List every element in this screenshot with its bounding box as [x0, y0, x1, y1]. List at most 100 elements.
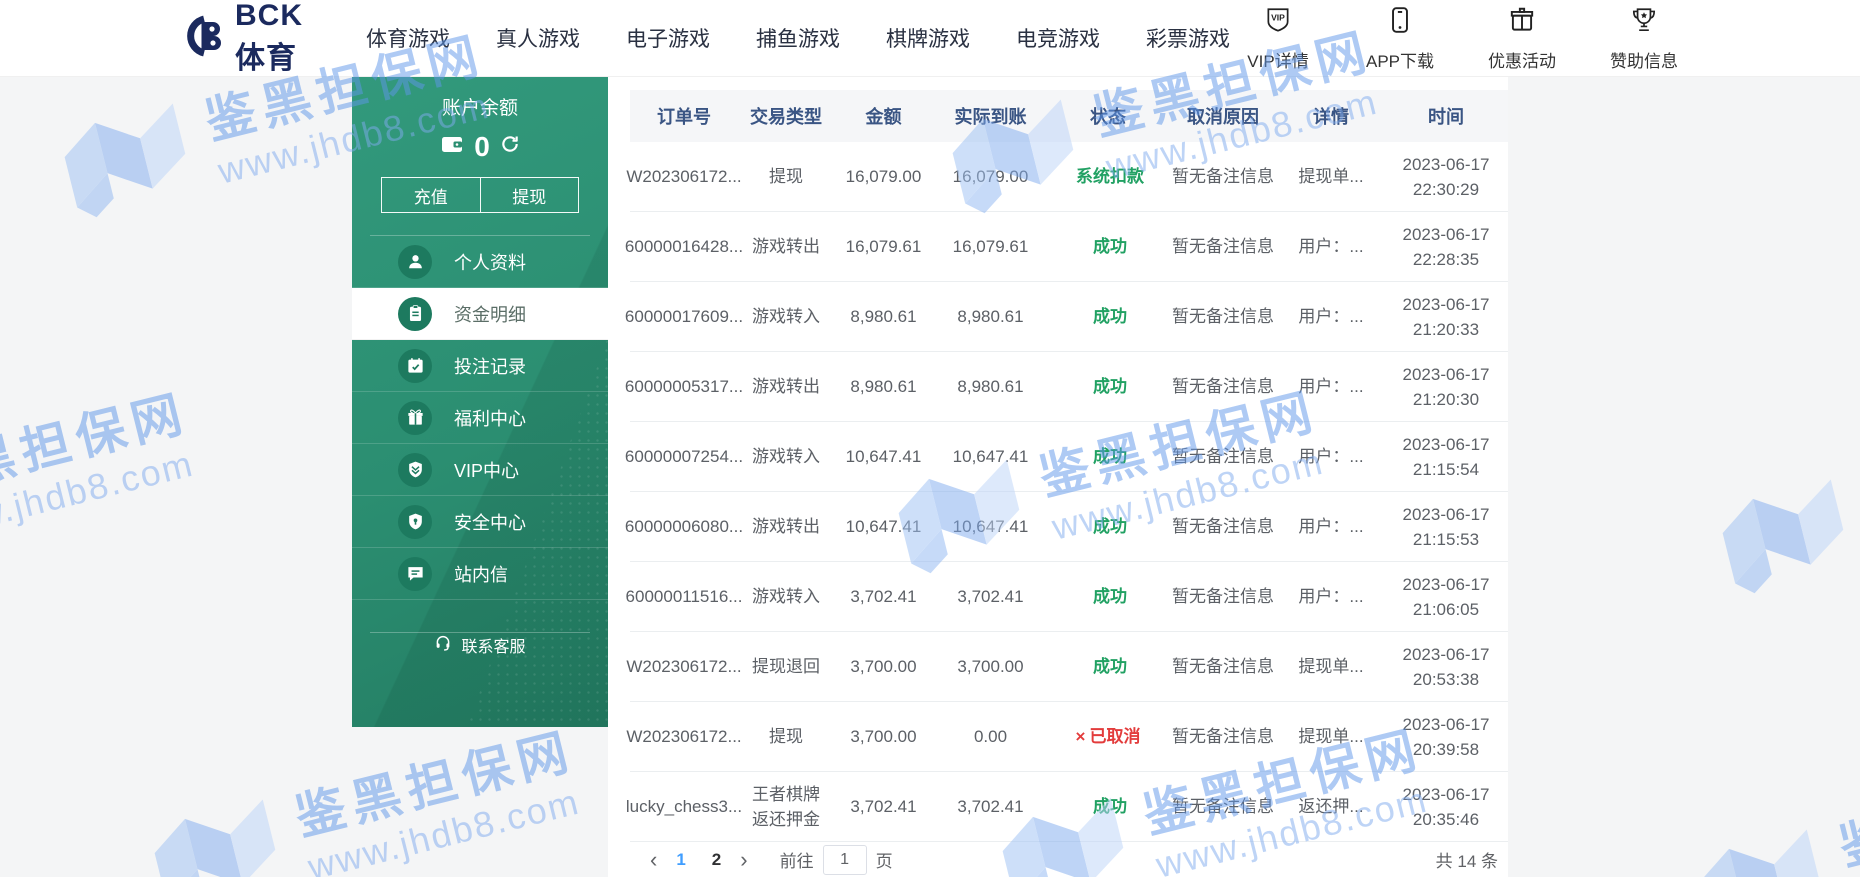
cell-detail: 用户：...: [1298, 517, 1364, 536]
page-number[interactable]: 2: [712, 850, 721, 870]
status-badge: 成功: [1093, 517, 1127, 536]
promotions-button[interactable]: 优惠活动: [1474, 5, 1570, 72]
prev-page-button[interactable]: ‹: [644, 848, 663, 871]
sidebar-item-bet-records[interactable]: 投注记录: [352, 340, 608, 392]
cell-actual: 3,702.41: [957, 797, 1024, 816]
nav-link[interactable]: 电子游戏: [626, 23, 710, 53]
vip-details-button[interactable]: VIP VIP详情: [1230, 5, 1326, 72]
watermark: 鉴黑担保网www.jhdb8.com: [141, 717, 592, 877]
sidebar-item-fund-details[interactable]: 资金明细: [352, 288, 608, 340]
cell-amount: 8,980.61: [850, 307, 917, 326]
status-badge: 成功: [1093, 447, 1127, 466]
cell-actual: 10,647.41: [952, 517, 1029, 536]
pagination: ‹ 1 2 › 前往 页 共 14 条: [630, 842, 1508, 877]
nav-link[interactable]: 真人游戏: [496, 23, 580, 53]
cell-cancel-reason: 暂无备注信息: [1172, 237, 1274, 256]
cell-detail: 用户：...: [1298, 587, 1364, 606]
table-header: 订单号 交易类型 金额 实际到账 状态 取消原因 详情 时间: [630, 90, 1508, 142]
status-badge: 成功: [1093, 657, 1127, 676]
watermark-logo-icon: [1722, 479, 1844, 594]
welfare-icon: [398, 400, 432, 435]
watermark-logo-icon: [64, 103, 186, 218]
cell-amount: 16,079.61: [845, 237, 922, 256]
col-type: 交易类型: [750, 107, 822, 127]
cell-actual: 16,079.00: [952, 167, 1029, 186]
status-badge: 成功: [1093, 307, 1127, 326]
cell-time: 2023-06-17 20:53:38: [1402, 644, 1490, 689]
cell-time: 2023-06-17 21:15:54: [1402, 434, 1490, 479]
nav-link[interactable]: 棋牌游戏: [886, 23, 970, 53]
cell-actual: 8,980.61: [957, 307, 1024, 326]
cell-order-no: 60000005317...: [624, 377, 744, 396]
table-row: 60000011516... 游戏转入 3,702.41 3,702.41 成功…: [625, 562, 1508, 632]
refresh-icon[interactable]: [500, 134, 520, 159]
wallet-icon: [440, 132, 464, 161]
col-time: 时间: [1428, 107, 1464, 127]
deposit-button[interactable]: 充值: [382, 178, 481, 212]
sidebar-item-security[interactable]: 安全中心: [352, 496, 608, 548]
cell-amount: 3,702.41: [850, 587, 917, 606]
cell-amount: 3,700.00: [850, 657, 917, 676]
balance-title: 账户余额: [441, 98, 518, 119]
vip-shield-icon: [398, 452, 432, 487]
phone-icon: [1385, 5, 1415, 40]
cell-amount: 10,647.41: [845, 517, 922, 536]
cell-time: 2023-06-17 20:39:58: [1402, 714, 1490, 759]
cell-time: 2023-06-17 21:15:53: [1402, 504, 1490, 549]
cell-detail: 用户：...: [1298, 377, 1364, 396]
cell-cancel-reason: 暂无备注信息: [1172, 377, 1274, 396]
sponsor-info-button[interactable]: 赞助信息: [1596, 5, 1692, 72]
cell-actual: 0.00: [973, 727, 1008, 746]
cell-actual: 16,079.61: [952, 237, 1029, 256]
balance-value: 0: [474, 130, 490, 162]
transactions-table: 订单号 交易类型 金额 实际到账 状态 取消原因 详情 时间 W20230617…: [624, 90, 1508, 842]
cell-detail: 用户：...: [1298, 237, 1364, 256]
nav-link[interactable]: 电竞游戏: [1016, 23, 1100, 53]
cell-cancel-reason: 暂无备注信息: [1172, 447, 1274, 466]
cancel-x-icon: ×: [1075, 727, 1086, 746]
app-download-button[interactable]: APP下载: [1352, 5, 1448, 72]
security-icon: [398, 504, 432, 539]
nav-link[interactable]: 捕鱼游戏: [756, 23, 840, 53]
message-icon: [398, 556, 432, 591]
cell-order-no: lucky_chess3...: [625, 797, 743, 816]
sidebar-item-vip-center[interactable]: VIP中心: [352, 444, 608, 496]
cell-time: 2023-06-17 21:20:33: [1402, 294, 1490, 339]
table-row: lucky_chess3... 王者棋牌 返还押金 3,702.41 3,702…: [625, 772, 1508, 842]
page-number[interactable]: 1: [676, 850, 685, 870]
balance-row: 0: [352, 132, 608, 161]
table-row: 60000005317... 游戏转出 8,980.61 8,980.61 成功…: [624, 352, 1508, 422]
cell-type: 王者棋牌 返还押金: [752, 784, 820, 829]
withdraw-button[interactable]: 提现: [481, 178, 579, 212]
svg-text:VIP: VIP: [1271, 12, 1285, 22]
cell-detail: 提现单...: [1298, 657, 1364, 676]
cell-type: 游戏转入: [752, 447, 820, 466]
cell-cancel-reason: 暂无备注信息: [1172, 797, 1274, 816]
cell-cancel-reason: 暂无备注信息: [1172, 657, 1274, 676]
nav-link[interactable]: 体育游戏: [366, 23, 450, 53]
watermark: 鉴黑担保网www.jhdb8.com: [0, 384, 198, 550]
cell-amount: 16,079.00: [845, 167, 922, 186]
goto-page-input[interactable]: [822, 844, 867, 875]
sidebar-item-profile[interactable]: 个人资料: [352, 236, 608, 288]
logo-text: BCK体育: [235, 0, 303, 75]
logo[interactable]: BCK体育: [185, 0, 324, 77]
cell-time: 2023-06-17 22:30:29: [1402, 154, 1490, 199]
cell-cancel-reason: 暂无备注信息: [1172, 587, 1274, 606]
cell-time: 2023-06-17 21:06:05: [1402, 574, 1490, 619]
contact-support-button[interactable]: 联系客服: [352, 633, 608, 657]
gift-icon: [1507, 5, 1537, 40]
user-icon: [398, 244, 432, 279]
status-badge: 成功: [1093, 797, 1127, 816]
sidebar-item-welfare[interactable]: 福利中心: [352, 392, 608, 444]
cell-time: 2023-06-17 20:35:46: [1402, 784, 1490, 829]
status-badge: 成功: [1093, 377, 1127, 396]
sidebar-item-messages[interactable]: 站内信: [352, 548, 608, 600]
next-page-button[interactable]: ›: [734, 848, 753, 871]
nav-links: 体育游戏 真人游戏 电子游戏 捕鱼游戏 棋牌游戏 电竞游戏 彩票游戏: [366, 23, 1230, 53]
nav-link[interactable]: 彩票游戏: [1146, 23, 1230, 53]
cell-actual: 8,980.61: [957, 377, 1024, 396]
watermark-logo-icon: [154, 799, 276, 877]
logo-icon: [185, 14, 229, 63]
cell-order-no: 60000011516...: [625, 587, 743, 606]
